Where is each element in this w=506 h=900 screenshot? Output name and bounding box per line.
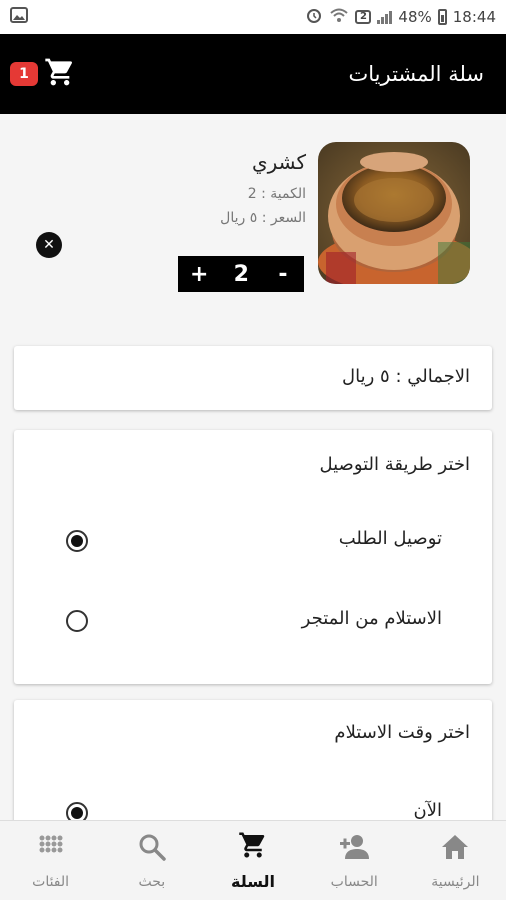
order-total: الاجمالي : ٥ ريال (342, 366, 470, 387)
nav-label: بحث (138, 873, 166, 890)
cart-count-badge: 1 (10, 62, 38, 86)
grid-icon (36, 832, 66, 866)
nav-item-search[interactable]: بحث (101, 821, 202, 900)
increase-quantity-button[interactable]: + (190, 262, 208, 287)
cart-content[interactable]: كشري الكمية : 2 السعر : ٥ ريال + 2 - ✕ ا… (0, 114, 506, 820)
sim-icon: 2 (355, 10, 372, 24)
quantity-value: 2 (233, 261, 249, 287)
close-icon: ✕ (43, 237, 55, 253)
product-price: السعر : ٥ ريال (220, 210, 306, 226)
radio-button-checked[interactable] (66, 802, 88, 820)
app-bar: 1 سلة المشتريات (0, 34, 506, 114)
koshari-dish-image (318, 142, 470, 284)
cart-icon (238, 830, 268, 864)
radio-button-checked[interactable] (66, 530, 88, 552)
add-user-icon (339, 832, 370, 866)
delivery-option-label: الاستلام من المتجر (301, 608, 442, 629)
header-cart-button[interactable]: 1 (10, 56, 76, 92)
alarm-icon (305, 6, 323, 28)
cart-icon (44, 56, 76, 92)
product-quantity: الكمية : 2 (247, 186, 306, 202)
home-icon (440, 832, 470, 866)
decrease-quantity-button[interactable]: - (274, 262, 292, 287)
wifi-icon (329, 7, 349, 27)
status-bar: 2 48% 18:44 (0, 0, 506, 34)
nav-label: الرئيسية (431, 873, 480, 890)
clock: 18:44 (452, 8, 496, 26)
nav-label: السلة (231, 872, 276, 891)
cart-item-info: كشري الكمية : 2 السعر : ٥ ريال (220, 150, 306, 234)
nav-item-categories[interactable]: الفئات (0, 821, 101, 900)
nav-item-account[interactable]: الحساب (304, 821, 405, 900)
pickup-time-heading: اختر وقت الاستلام (334, 722, 470, 743)
delivery-option-deliver[interactable]: توصيل الطلب (14, 520, 492, 560)
pickup-time-option-now[interactable]: الآن (14, 792, 492, 820)
nav-label: الحساب (330, 873, 378, 890)
nav-item-cart[interactable]: السلة (202, 821, 303, 900)
remove-item-button[interactable]: ✕ (36, 232, 62, 258)
delivery-method-card: اختر طريقة التوصيل توصيل الطلب الاستلام … (14, 430, 492, 684)
radio-button[interactable] (66, 610, 88, 632)
delivery-option-pickup[interactable]: الاستلام من المتجر (14, 600, 492, 640)
battery-icon (437, 9, 447, 25)
search-icon (137, 832, 167, 866)
pickup-time-option-label: الآن (413, 800, 443, 820)
page-title: سلة المشتريات (348, 62, 484, 86)
gallery-notification-icon (10, 7, 28, 27)
pickup-time-card: اختر وقت الاستلام الآن (14, 700, 492, 820)
status-indicators: 2 48% 18:44 (305, 6, 496, 28)
delivery-method-heading: اختر طريقة التوصيل (319, 454, 470, 475)
nav-label: الفئات (32, 873, 70, 890)
nav-item-home[interactable]: الرئيسية (405, 821, 506, 900)
quantity-stepper: + 2 - (178, 256, 304, 292)
battery-percent: 48% (398, 8, 432, 26)
cart-item: كشري الكمية : 2 السعر : ٥ ريال + 2 - ✕ (0, 142, 506, 292)
product-name: كشري (251, 150, 306, 174)
total-card: الاجمالي : ٥ ريال (14, 346, 492, 410)
delivery-option-label: توصيل الطلب (338, 528, 442, 549)
signal-icon (377, 10, 393, 24)
bottom-navigation: الفئات بحث السلة الحساب الرئيسية (0, 820, 506, 900)
